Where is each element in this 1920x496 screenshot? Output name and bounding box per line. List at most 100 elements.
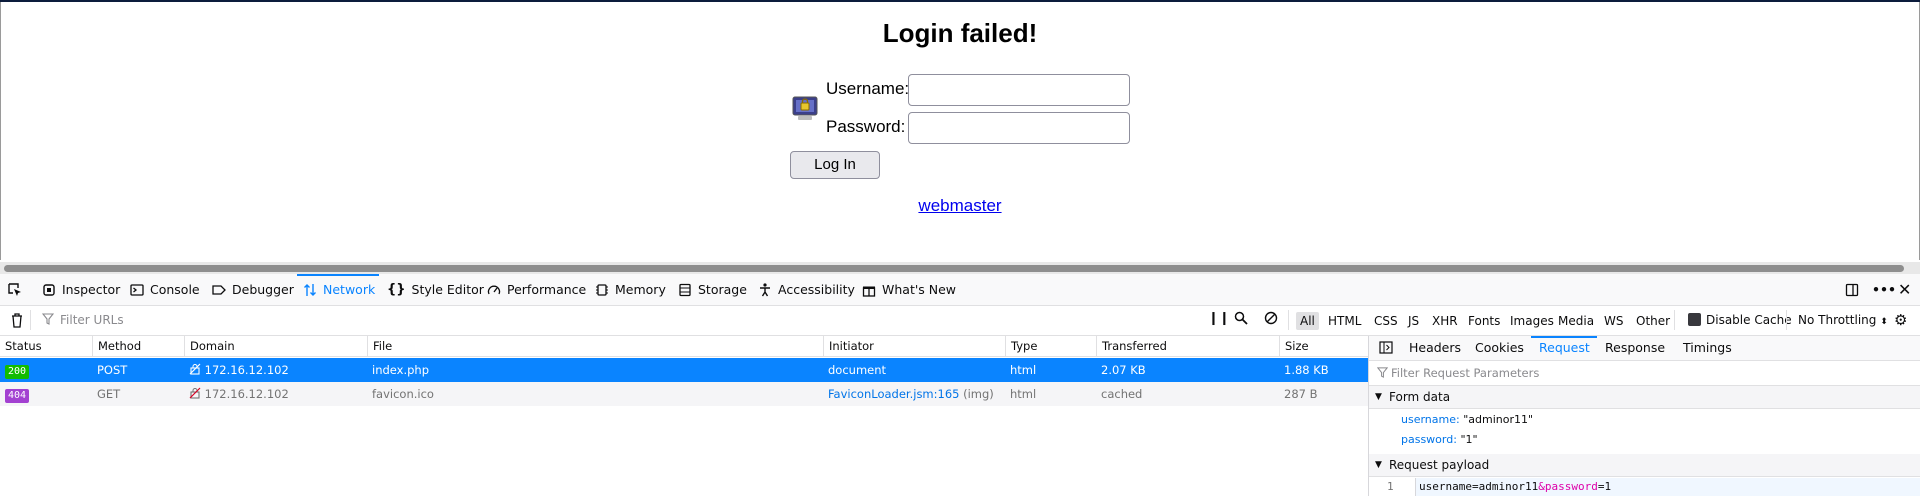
- tab-whats-new[interactable]: What's New: [862, 274, 956, 305]
- file-cell: favicon.ico: [372, 387, 434, 401]
- tab-storage[interactable]: Storage: [678, 274, 747, 305]
- page-title: Login failed!: [882, 18, 1038, 48]
- column-status[interactable]: Status: [0, 336, 92, 356]
- payload-ampersand: &: [1538, 480, 1545, 493]
- request-details-panel: Headers Cookies Request Response Timings…: [1368, 336, 1920, 496]
- tab-request[interactable]: Request: [1539, 336, 1590, 360]
- lock-computer-icon: [792, 96, 818, 122]
- tab-cookies[interactable]: Cookies: [1475, 336, 1524, 360]
- tab-inspector[interactable]: Inspector: [42, 274, 120, 305]
- table-row[interactable]: 200 POST 172.16.12.102 index.php documen…: [0, 358, 1368, 382]
- domain-text: 172.16.12.102: [204, 363, 289, 377]
- column-file[interactable]: File: [367, 336, 823, 356]
- table-row[interactable]: 404 GET 172.16.12.102 favicon.ico Favico…: [0, 382, 1368, 406]
- type-filter-fonts[interactable]: Fonts: [1464, 312, 1504, 330]
- tab-debugger[interactable]: Debugger: [212, 274, 294, 305]
- column-type[interactable]: Type: [1005, 336, 1096, 356]
- filter-icon: [42, 313, 54, 325]
- toolbar-separator: [1786, 310, 1787, 330]
- column-domain[interactable]: Domain: [184, 336, 367, 356]
- more-options-icon[interactable]: •••: [1872, 274, 1896, 305]
- gear-icon[interactable]: ⚙: [1894, 311, 1907, 329]
- tab-console[interactable]: Console: [130, 274, 200, 305]
- tab-accessibility-label: Accessibility: [778, 282, 855, 297]
- column-size[interactable]: Size: [1279, 336, 1368, 356]
- login-button[interactable]: Log In: [790, 151, 880, 179]
- type-filter-other[interactable]: Other: [1632, 312, 1674, 330]
- tab-performance-label: Performance: [507, 282, 587, 297]
- password-label: Password:: [826, 117, 906, 136]
- throttling-label: No Throttling: [1798, 313, 1877, 327]
- throttling-select[interactable]: No Throttling ⬍: [1798, 313, 1888, 327]
- toggle-sidebar-icon[interactable]: [1379, 341, 1393, 354]
- type-filter-media[interactable]: Media: [1554, 312, 1598, 330]
- tab-accessibility[interactable]: Accessibility: [758, 274, 855, 305]
- type-filter-html[interactable]: HTML: [1324, 312, 1365, 330]
- inspector-icon: [43, 283, 55, 296]
- type-cell: html: [1010, 387, 1037, 401]
- pause-icon[interactable]: ❙❙: [1208, 311, 1230, 326]
- insecure-lock-icon: [189, 387, 201, 401]
- scrollbar-thumb[interactable]: [4, 265, 1904, 272]
- horizontal-scrollbar[interactable]: [0, 262, 1920, 274]
- block-icon[interactable]: [1264, 311, 1278, 325]
- form-data-value: "1": [1460, 433, 1478, 446]
- tab-timings[interactable]: Timings: [1683, 336, 1732, 360]
- type-filter-all[interactable]: All: [1296, 312, 1319, 330]
- toolbar-separator: [1674, 310, 1675, 330]
- type-filter-css[interactable]: CSS: [1370, 312, 1402, 330]
- status-badge: 200: [5, 365, 30, 379]
- payload-code: 1 username=adminor11&password=1: [1369, 478, 1920, 496]
- close-icon[interactable]: ✕: [1898, 274, 1911, 305]
- braces-icon: {}: [387, 282, 406, 297]
- filter-params-placeholder: Filter Request Parameters: [1391, 366, 1540, 380]
- tab-response[interactable]: Response: [1605, 336, 1665, 360]
- request-params-filter[interactable]: Filter Request Parameters: [1369, 361, 1920, 386]
- disable-cache-checkbox[interactable]: [1688, 313, 1701, 326]
- type-filter-ws[interactable]: WS: [1600, 312, 1627, 330]
- tab-headers[interactable]: Headers: [1409, 336, 1461, 360]
- tab-style-editor[interactable]: {} Style Editor: [387, 274, 484, 305]
- form-data-value: "adminor11": [1463, 413, 1534, 426]
- select-arrows-icon: ⬍: [1880, 317, 1888, 327]
- tab-inspector-label: Inspector: [62, 282, 121, 297]
- tab-memory[interactable]: Memory: [595, 274, 666, 305]
- password-input[interactable]: [908, 112, 1130, 144]
- webmaster-link[interactable]: webmaster: [918, 196, 1001, 215]
- trash-icon[interactable]: [10, 312, 24, 328]
- details-tab-bar: Headers Cookies Request Response Timings: [1369, 336, 1920, 361]
- gauge-icon: [487, 285, 501, 294]
- method-cell: POST: [97, 363, 128, 377]
- payload-section-header[interactable]: ▼ Request payload: [1369, 454, 1920, 477]
- username-input[interactable]: [908, 74, 1130, 106]
- filter-urls-input[interactable]: Filter URLs: [60, 313, 124, 327]
- initiator-link[interactable]: FaviconLoader.jsm:165: [828, 387, 959, 401]
- status-cell: 404: [0, 382, 30, 406]
- status-badge: 404: [5, 389, 30, 403]
- toolbar-separator: [1288, 310, 1289, 330]
- transferred-cell: cached: [1101, 387, 1143, 401]
- payload-title: Request payload: [1389, 458, 1490, 472]
- payload-value: 1: [1604, 480, 1612, 493]
- type-filter-images[interactable]: Images: [1506, 312, 1558, 330]
- type-filter-js[interactable]: JS: [1404, 312, 1423, 330]
- column-initiator[interactable]: Initiator: [823, 336, 1005, 356]
- initiator-cell: document: [823, 358, 886, 382]
- tab-performance[interactable]: Performance: [487, 274, 586, 305]
- column-method[interactable]: Method: [92, 336, 184, 356]
- dock-side-button[interactable]: [1845, 274, 1859, 305]
- filter-icon: [1377, 367, 1388, 378]
- element-picker-button[interactable]: [8, 274, 22, 305]
- toolbar-separator: [30, 310, 31, 330]
- search-icon[interactable]: [1234, 311, 1248, 325]
- gift-icon: [862, 286, 876, 297]
- form-data-section-header[interactable]: ▼ Form data: [1369, 386, 1920, 409]
- type-filter-xhr[interactable]: XHR: [1428, 312, 1462, 330]
- size-cell: 1.88 KB: [1284, 363, 1329, 377]
- chevron-down-icon: ▼: [1375, 460, 1382, 470]
- tab-network[interactable]: Network: [303, 274, 375, 305]
- tab-console-label: Console: [150, 282, 200, 297]
- column-transferred[interactable]: Transferred: [1096, 336, 1279, 356]
- insecure-lock-icon: [189, 363, 201, 377]
- network-icon: [304, 283, 316, 296]
